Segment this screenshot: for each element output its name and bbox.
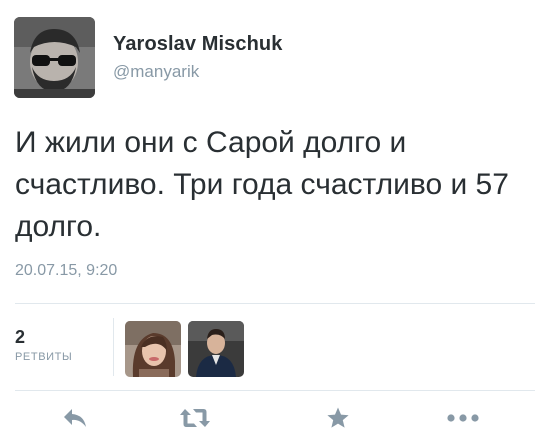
retweet-stats[interactable]: 2 РЕТВИТЫ	[15, 303, 125, 390]
avatar-image	[14, 17, 95, 98]
retweet-count: 2	[15, 327, 26, 347]
tweet-text: И жили они с Сарой долго и счастливо. Тр…	[15, 126, 509, 243]
favorite-button[interactable]	[318, 402, 358, 434]
more-button[interactable]	[443, 402, 483, 434]
retweet-icon	[180, 409, 210, 427]
retweeter-avatar-2[interactable]	[188, 321, 244, 377]
retweet-button[interactable]	[175, 402, 215, 434]
retweeter-image-1	[125, 321, 181, 377]
action-bar	[0, 390, 550, 448]
reply-button[interactable]	[55, 402, 95, 434]
retweeter-image-2	[188, 321, 244, 377]
author-name[interactable]: Yaroslav Mischuk	[113, 33, 282, 56]
retweeter-avatar-1[interactable]	[125, 321, 181, 377]
reply-icon	[64, 409, 86, 427]
author-avatar[interactable]	[14, 17, 95, 98]
star-icon	[327, 407, 349, 428]
author-handle[interactable]: @manyarik	[113, 62, 199, 82]
tweet-timestamp[interactable]: 20.07.15, 9:20	[15, 262, 117, 280]
more-icon	[447, 414, 479, 422]
stats-separator	[113, 318, 114, 376]
retweet-label: РЕТВИТЫ	[15, 351, 73, 363]
